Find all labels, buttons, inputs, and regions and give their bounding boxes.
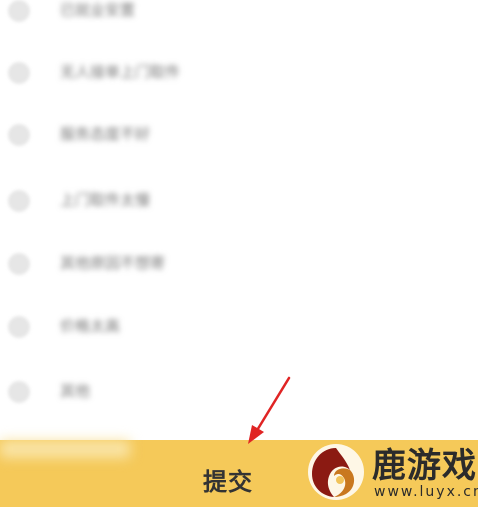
option-label: 上门取件太慢 [60,191,151,209]
option-item[interactable]: 其他原因不想寄 [0,233,486,293]
option-label: 其他 [60,382,91,400]
radio-button[interactable] [8,316,30,338]
submit-button-label: 提交 [203,468,253,496]
option-item[interactable]: 其他 [0,361,486,421]
option-label: 无人接单上门取件 [60,63,181,81]
option-item[interactable]: 已就业安置 [0,0,486,40]
radio-button[interactable] [8,253,30,275]
radio-button[interactable] [8,124,30,146]
radio-button[interactable] [8,190,30,212]
radio-button[interactable] [8,0,30,22]
option-item[interactable]: 服务态度不好 [0,104,486,164]
option-item[interactable]: 上门取件太慢 [0,170,486,230]
option-item[interactable]: 无人接单上门取件 [0,42,486,102]
option-label: 价格太高 [60,317,121,335]
watermark-title: 鹿游戏 [372,446,477,486]
site-watermark: 鹿游戏 www.luyx.cn [300,434,486,507]
option-item[interactable]: 价格太高 [0,296,486,356]
screenshot-stage: 已就业安置 无人接单上门取件 服务态度不好 上门取件太慢 其他原因不想寄 价格太… [0,0,486,507]
reason-options-list: 已就业安置 无人接单上门取件 服务态度不好 上门取件太慢 其他原因不想寄 价格太… [0,0,486,440]
deer-logo-icon [308,444,364,500]
radio-button[interactable] [8,62,30,84]
option-label: 其他原因不想寄 [60,254,166,272]
option-label: 已就业安置 [60,1,136,19]
edge-strip [478,440,486,507]
radio-button[interactable] [8,381,30,403]
watermark-url: www.luyx.cn [374,484,484,500]
option-label: 服务态度不好 [60,125,151,143]
